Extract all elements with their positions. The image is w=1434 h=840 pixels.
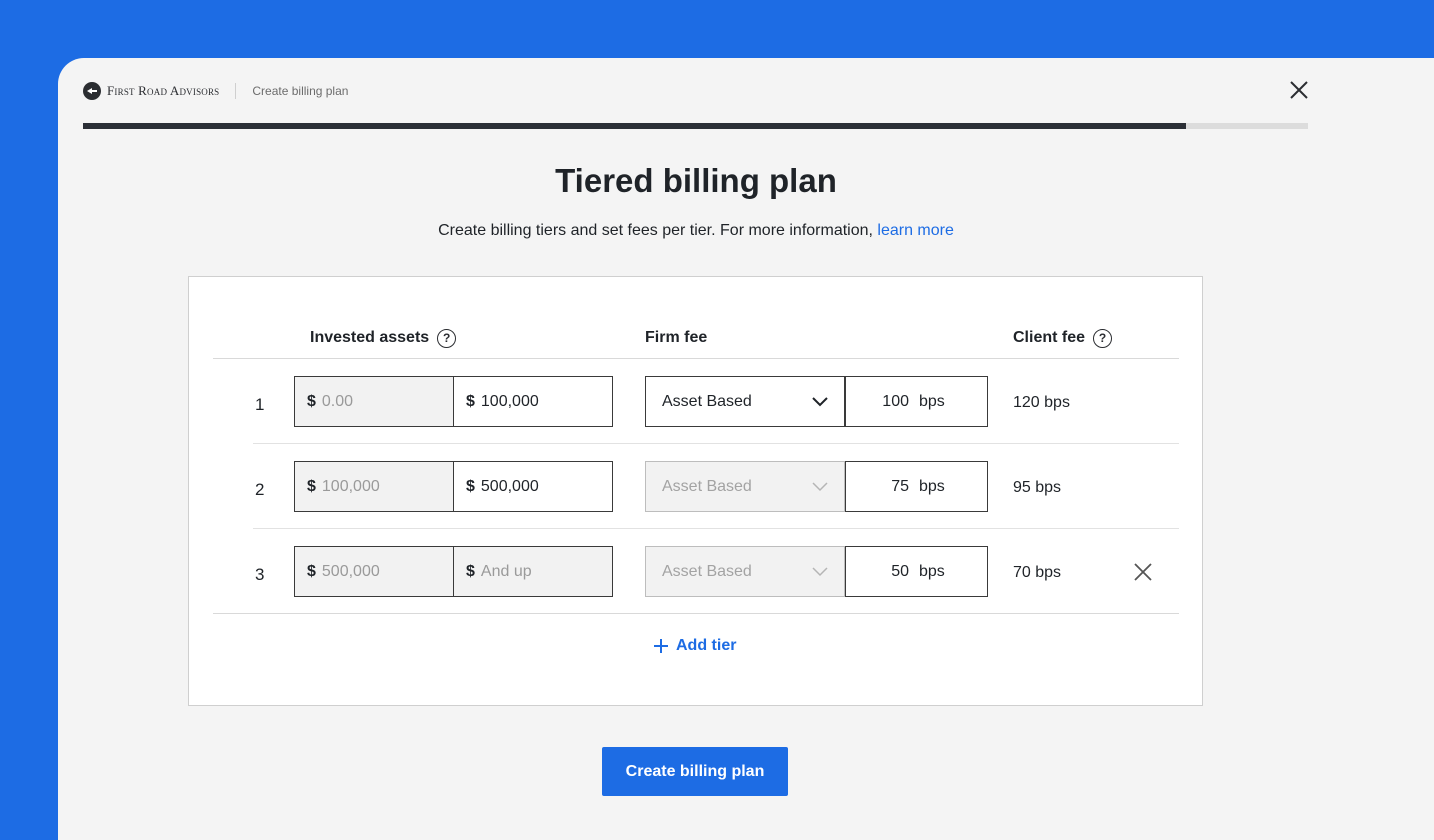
add-tier-label: Add tier (676, 637, 737, 654)
firm-fee-header: Firm fee (645, 328, 707, 348)
chevron-down-icon (812, 396, 828, 406)
learn-more-link[interactable]: learn more (877, 222, 953, 239)
client-fee-value: 120 bps (1013, 394, 1070, 411)
tier-to-value: And up (480, 562, 532, 580)
firm-fee-value: 75 (891, 477, 909, 495)
currency-symbol: $ (466, 392, 475, 410)
firm-fee-label: Firm fee (645, 329, 708, 346)
firm-fee-input[interactable]: 100 bps (845, 376, 988, 427)
top-bar: First Road Advisors Create billing plan (83, 80, 348, 102)
add-tier-button[interactable]: Add tier (654, 637, 736, 655)
fee-type-select[interactable]: Asset Based (645, 376, 845, 427)
row-divider (213, 613, 1179, 614)
tier-to-field: $ And up (453, 546, 613, 597)
chevron-down-icon (812, 566, 828, 576)
fee-type-value: Asset Based (662, 477, 752, 495)
header-divider (213, 358, 1179, 359)
fee-type-value: Asset Based (662, 562, 752, 580)
invested-assets-header: Invested assets ? (310, 328, 457, 348)
firm-fee-unit: bps (919, 392, 945, 410)
progress-bar (83, 123, 1308, 129)
currency-symbol: $ (307, 562, 316, 580)
create-billing-plan-button[interactable]: Create billing plan (602, 747, 788, 796)
tier-from-field: $ 500,000 (294, 546, 454, 597)
client-fee-value: 95 bps (1013, 479, 1062, 496)
help-icon[interactable]: ? (437, 328, 457, 348)
firm-fee-unit: bps (919, 562, 945, 580)
close-icon (1134, 563, 1152, 581)
fee-type-select: Asset Based (645, 461, 845, 512)
tier-to-field[interactable]: $ 500,000 (453, 461, 613, 512)
close-button[interactable] (1288, 79, 1310, 101)
currency-symbol: $ (307, 477, 316, 495)
firm-fee-unit: bps (919, 477, 945, 495)
divider (235, 83, 237, 99)
tiers-card: Invested assets ? Firm fee Client fee ? … (188, 276, 1203, 706)
page-subtitle: Create billing tiers and set fees per ti… (58, 222, 1334, 240)
tier-from-value: 0.00 (321, 392, 354, 410)
tier-to-value: 100,000 (480, 392, 539, 410)
tier-to-field[interactable]: $ 100,000 (453, 376, 613, 427)
tier-number: 3 (255, 565, 265, 584)
help-icon[interactable]: ? (1093, 328, 1113, 348)
brand-logo-icon (83, 82, 101, 100)
client-fee-label: Client fee (1013, 329, 1086, 346)
tier-from-value: 100,000 (321, 477, 380, 495)
subtitle-text: Create billing tiers and set fees per ti… (438, 222, 873, 239)
modal-panel: First Road Advisors Create billing plan … (58, 58, 1434, 840)
progress-fill (83, 123, 1186, 129)
firm-fee-value: 100 (882, 392, 909, 410)
currency-symbol: $ (466, 562, 475, 580)
currency-symbol: $ (466, 477, 475, 495)
brand: First Road Advisors (83, 82, 219, 100)
close-icon (1290, 81, 1308, 99)
row-divider (253, 443, 1179, 444)
fee-type-value: Asset Based (662, 392, 752, 410)
tier-from-field: $ 0.00 (294, 376, 454, 427)
firm-fee-value: 50 (891, 562, 909, 580)
firm-fee-input[interactable]: 75 bps (845, 461, 988, 512)
breadcrumb: Create billing plan (252, 84, 349, 98)
brand-name: First Road Advisors (107, 83, 220, 98)
client-fee-header: Client fee ? (1013, 328, 1113, 348)
tier-number: 1 (255, 395, 265, 414)
remove-tier-button[interactable] (1132, 561, 1154, 583)
invested-assets-label: Invested assets (310, 329, 430, 346)
fee-type-select: Asset Based (645, 546, 845, 597)
client-fee-value: 70 bps (1013, 564, 1062, 581)
tier-to-value: 500,000 (480, 477, 539, 495)
plus-icon (654, 639, 668, 653)
tier-from-field: $ 100,000 (294, 461, 454, 512)
currency-symbol: $ (307, 392, 316, 410)
page-title: Tiered billing plan (555, 162, 837, 199)
firm-fee-input[interactable]: 50 bps (845, 546, 988, 597)
row-divider (253, 528, 1179, 529)
tier-number: 2 (255, 480, 265, 499)
chevron-down-icon (812, 481, 828, 491)
tier-from-value: 500,000 (321, 562, 380, 580)
